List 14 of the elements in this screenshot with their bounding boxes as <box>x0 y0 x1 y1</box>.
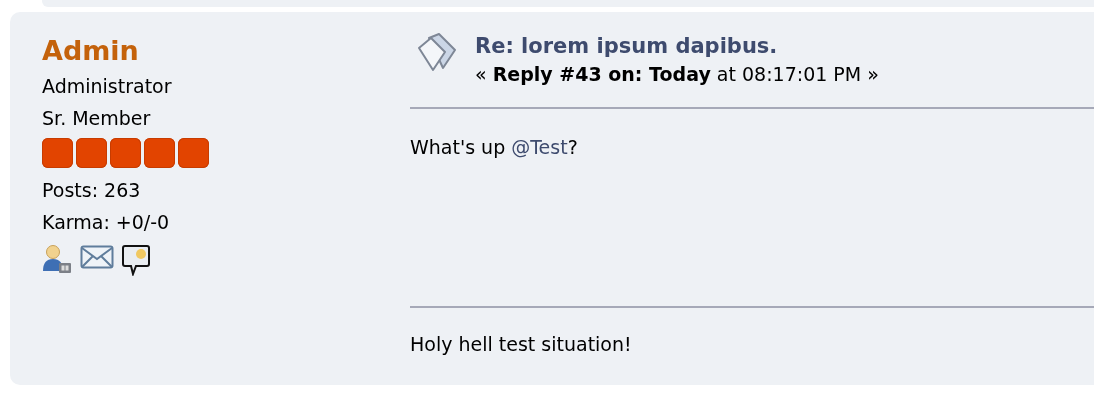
signature-text: Holy hell test situation! <box>410 332 633 357</box>
post-meta: « Reply #43 on: Today at 08:17:01 PM » <box>475 62 879 87</box>
post-subject-link[interactable]: Re: lorem ipsum dapibus. <box>475 32 879 60</box>
post-documents-icon <box>415 32 457 74</box>
mention-link[interactable]: @Test <box>511 136 568 158</box>
member-title: Sr. Member <box>42 106 152 131</box>
poster-name[interactable]: Admin <box>42 32 410 70</box>
profile-icon[interactable] <box>42 244 72 274</box>
post-count: Posts: 263 <box>42 178 142 203</box>
karma-count: Karma: +0/-0 <box>42 210 171 235</box>
post-body: What's up @Test? <box>410 135 579 160</box>
member-title: Administrator <box>42 74 173 99</box>
email-icon[interactable] <box>80 244 114 270</box>
speech-bubble-icon[interactable] <box>122 244 150 276</box>
